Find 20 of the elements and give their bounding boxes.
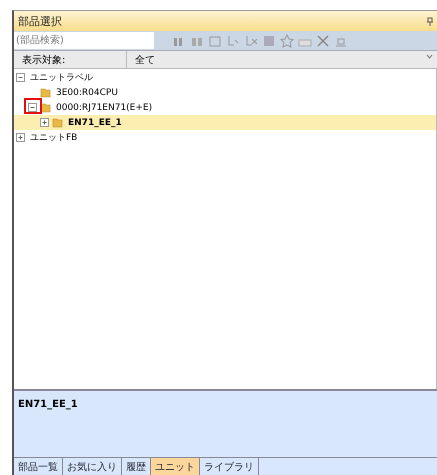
table-icon[interactable]	[208, 34, 222, 48]
tree-item[interactable]: 0000:RJ71EN71(E+E)	[54, 102, 154, 112]
tree-item[interactable]: ユニットFB	[28, 131, 80, 144]
expand-icon[interactable]	[16, 133, 25, 142]
tree-item[interactable]: 3E00:R04CPU	[54, 88, 120, 98]
search-field[interactable]: (部品検索)	[14, 32, 154, 49]
filter-label: 表示対象:	[14, 51, 127, 68]
close-icon[interactable]	[316, 34, 330, 48]
pin-icon[interactable]	[427, 16, 433, 26]
panel-title: 部品選択	[18, 14, 62, 28]
filter-dropdown[interactable]: 全て	[127, 51, 437, 68]
description-text: EN71_EE_1	[18, 399, 78, 410]
collapse-icon[interactable]	[28, 103, 37, 112]
expand-icon[interactable]	[40, 118, 49, 127]
tree-item[interactable]: ユニットラベル	[28, 71, 95, 84]
tree-item[interactable]: EN71_EE_1	[66, 118, 124, 128]
collapse-icon[interactable]	[16, 73, 25, 82]
tab[interactable]: ユニット	[151, 458, 200, 475]
dropdown-caret-icon	[426, 53, 433, 60]
star-icon[interactable]	[280, 34, 294, 48]
